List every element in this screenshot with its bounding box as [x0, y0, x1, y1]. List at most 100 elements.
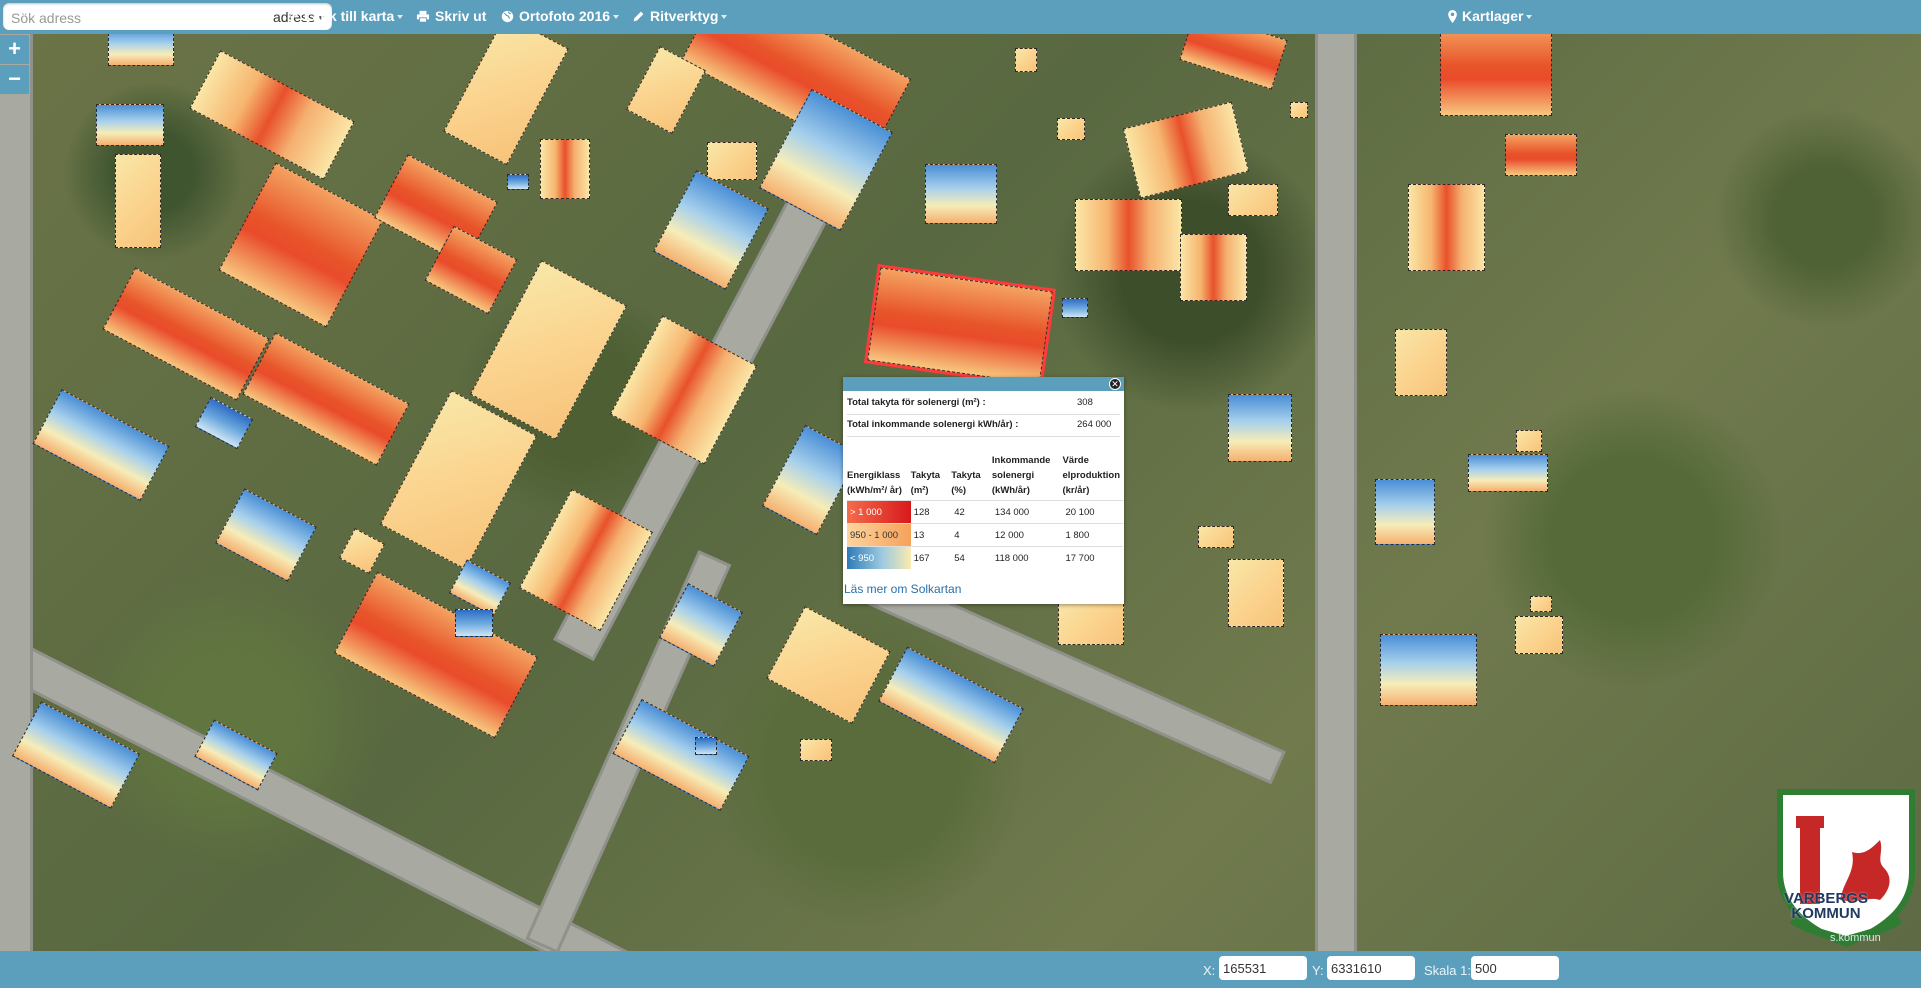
building-roof [1180, 234, 1247, 301]
building-roof [766, 606, 891, 724]
building-roof [96, 104, 164, 146]
printer-icon [416, 10, 430, 23]
read-more-link[interactable]: Läs mer om Solkartan [844, 582, 961, 596]
value-cell: 1 800 [1062, 523, 1123, 547]
building-roof [115, 154, 161, 248]
top-toolbar: adress Länk till karta Skriv ut Ortofoto… [0, 0, 1921, 34]
print-label: Skriv ut [435, 8, 487, 24]
draw-tools-menu[interactable]: Ritverktyg [632, 0, 728, 34]
building-roof [339, 528, 385, 574]
y-coord-label: Y: [1312, 963, 1324, 978]
map-layers-label: Kartlager [1462, 8, 1524, 24]
building-roof [1057, 118, 1085, 140]
building-roof [1228, 559, 1284, 627]
building-roof [1380, 634, 1477, 706]
print-button[interactable]: Skriv ut [416, 0, 486, 34]
col-header-area: Takyta (m²) [910, 470, 941, 496]
scale-label: Skala 1: [1424, 963, 1471, 978]
table-row: 950 - 1 000 13 4 12 000 1 800 [847, 523, 1123, 547]
building-roof [1179, 34, 1288, 90]
col-header-energy-class: Energiklass (kWh/m²/ år) [847, 470, 902, 496]
building-roof [189, 50, 355, 180]
solar-info-popup: ✕ Total takyta för solenergi (m²) : 308 … [843, 377, 1124, 604]
building-roof [1515, 616, 1563, 654]
scale-input[interactable] [1471, 956, 1559, 980]
table-header-row: Energiklass (kWh/m²/ år) Takyta (m²) Tak… [847, 453, 1123, 501]
total-energy-value: 264 000 [1077, 419, 1112, 430]
building-roof [1395, 329, 1447, 396]
chevron-down-icon [1526, 15, 1533, 20]
ortofoto-label: Ortofoto 2016 [519, 8, 611, 24]
building-roof [1505, 134, 1577, 176]
energy-class-cell: 950 - 1 000 [847, 523, 911, 547]
road [1318, 34, 1354, 951]
total-area-row: Total takyta för solenergi (m²) : 308 [847, 392, 1120, 415]
value-cell: 20 100 [1062, 500, 1123, 524]
road [0, 34, 30, 951]
building-roof [925, 164, 997, 224]
value-cell: 17 700 [1062, 546, 1123, 569]
building-roof [1516, 430, 1542, 452]
chevron-down-icon [613, 15, 620, 20]
energy-cell: 118 000 [991, 546, 1063, 569]
building-roof [1290, 102, 1308, 118]
pencil-icon [633, 11, 644, 22]
building-roof [102, 267, 270, 401]
building-roof [540, 139, 590, 199]
building-roof [455, 609, 493, 637]
building-roof [1198, 526, 1234, 548]
draw-tools-label: Ritverktyg [650, 8, 719, 24]
logo-text: VARBERGS KOMMUN [1766, 891, 1886, 921]
col-header-pct: Takyta (%) [951, 470, 981, 496]
energy-cell: 134 000 [991, 500, 1063, 524]
search-input[interactable] [9, 6, 263, 29]
building-roof [1440, 34, 1552, 116]
map-layers-menu[interactable]: Kartlager [1448, 0, 1533, 34]
building-roof [1530, 596, 1552, 612]
selected-building-roof[interactable] [864, 263, 1056, 389]
total-area-label: Total takyta för solenergi (m²) : [847, 397, 986, 408]
popup-header: ✕ [843, 377, 1124, 391]
ortofoto-menu[interactable]: Ortofoto 2016 [501, 0, 620, 34]
energy-class-cell: < 950 [847, 546, 911, 569]
building-roof [1058, 599, 1124, 645]
building-roof [1408, 184, 1485, 271]
zoom-out-button[interactable]: − [0, 65, 29, 94]
energy-cell: 12 000 [991, 523, 1063, 547]
total-area-value: 308 [1077, 397, 1093, 408]
logo-line-2: KOMMUN [1791, 905, 1861, 922]
building-roof [878, 646, 1024, 764]
building-roof [1015, 48, 1037, 72]
area-cell: 128 [910, 500, 952, 524]
chevron-down-icon [721, 15, 728, 20]
zoom-in-button[interactable]: + [0, 35, 29, 64]
x-coord-input[interactable] [1219, 956, 1307, 980]
building-roof [194, 396, 254, 450]
x-coord-label: X: [1203, 963, 1216, 978]
close-icon[interactable]: ✕ [1109, 378, 1121, 390]
total-energy-label: Total inkommande solenergi kWh/år) : [847, 419, 1019, 430]
energy-class-cell: > 1 000 [847, 500, 911, 524]
search-box: adress [3, 3, 332, 30]
pct-cell: 4 [951, 523, 992, 547]
total-energy-row: Total inkommande solenergi kWh/år) : 264… [847, 414, 1120, 437]
col-header-energy: Inkommande solenergi (kWh/år) [991, 455, 1051, 496]
building-roof [242, 332, 410, 466]
link-icon [287, 11, 298, 22]
energy-class-table: Energiklass (kWh/m²/ år) Takyta (m²) Tak… [847, 453, 1123, 569]
building-roof [1228, 184, 1278, 216]
building-roof [1062, 298, 1088, 318]
y-coord-input[interactable] [1327, 956, 1415, 980]
pct-cell: 54 [951, 546, 992, 569]
building-roof [507, 174, 529, 190]
building-roof [1375, 479, 1435, 545]
building-roof [449, 559, 511, 617]
building-roof [1075, 199, 1182, 271]
pct-cell: 42 [951, 500, 992, 524]
link-to-map-menu[interactable]: Länk till karta [286, 0, 404, 34]
building-roof [108, 34, 174, 66]
logo-subtext: s.kommun [1830, 932, 1881, 944]
table-row: > 1 000 128 42 134 000 20 100 [847, 500, 1123, 524]
building-roof [1468, 454, 1548, 492]
area-cell: 167 [910, 546, 952, 569]
